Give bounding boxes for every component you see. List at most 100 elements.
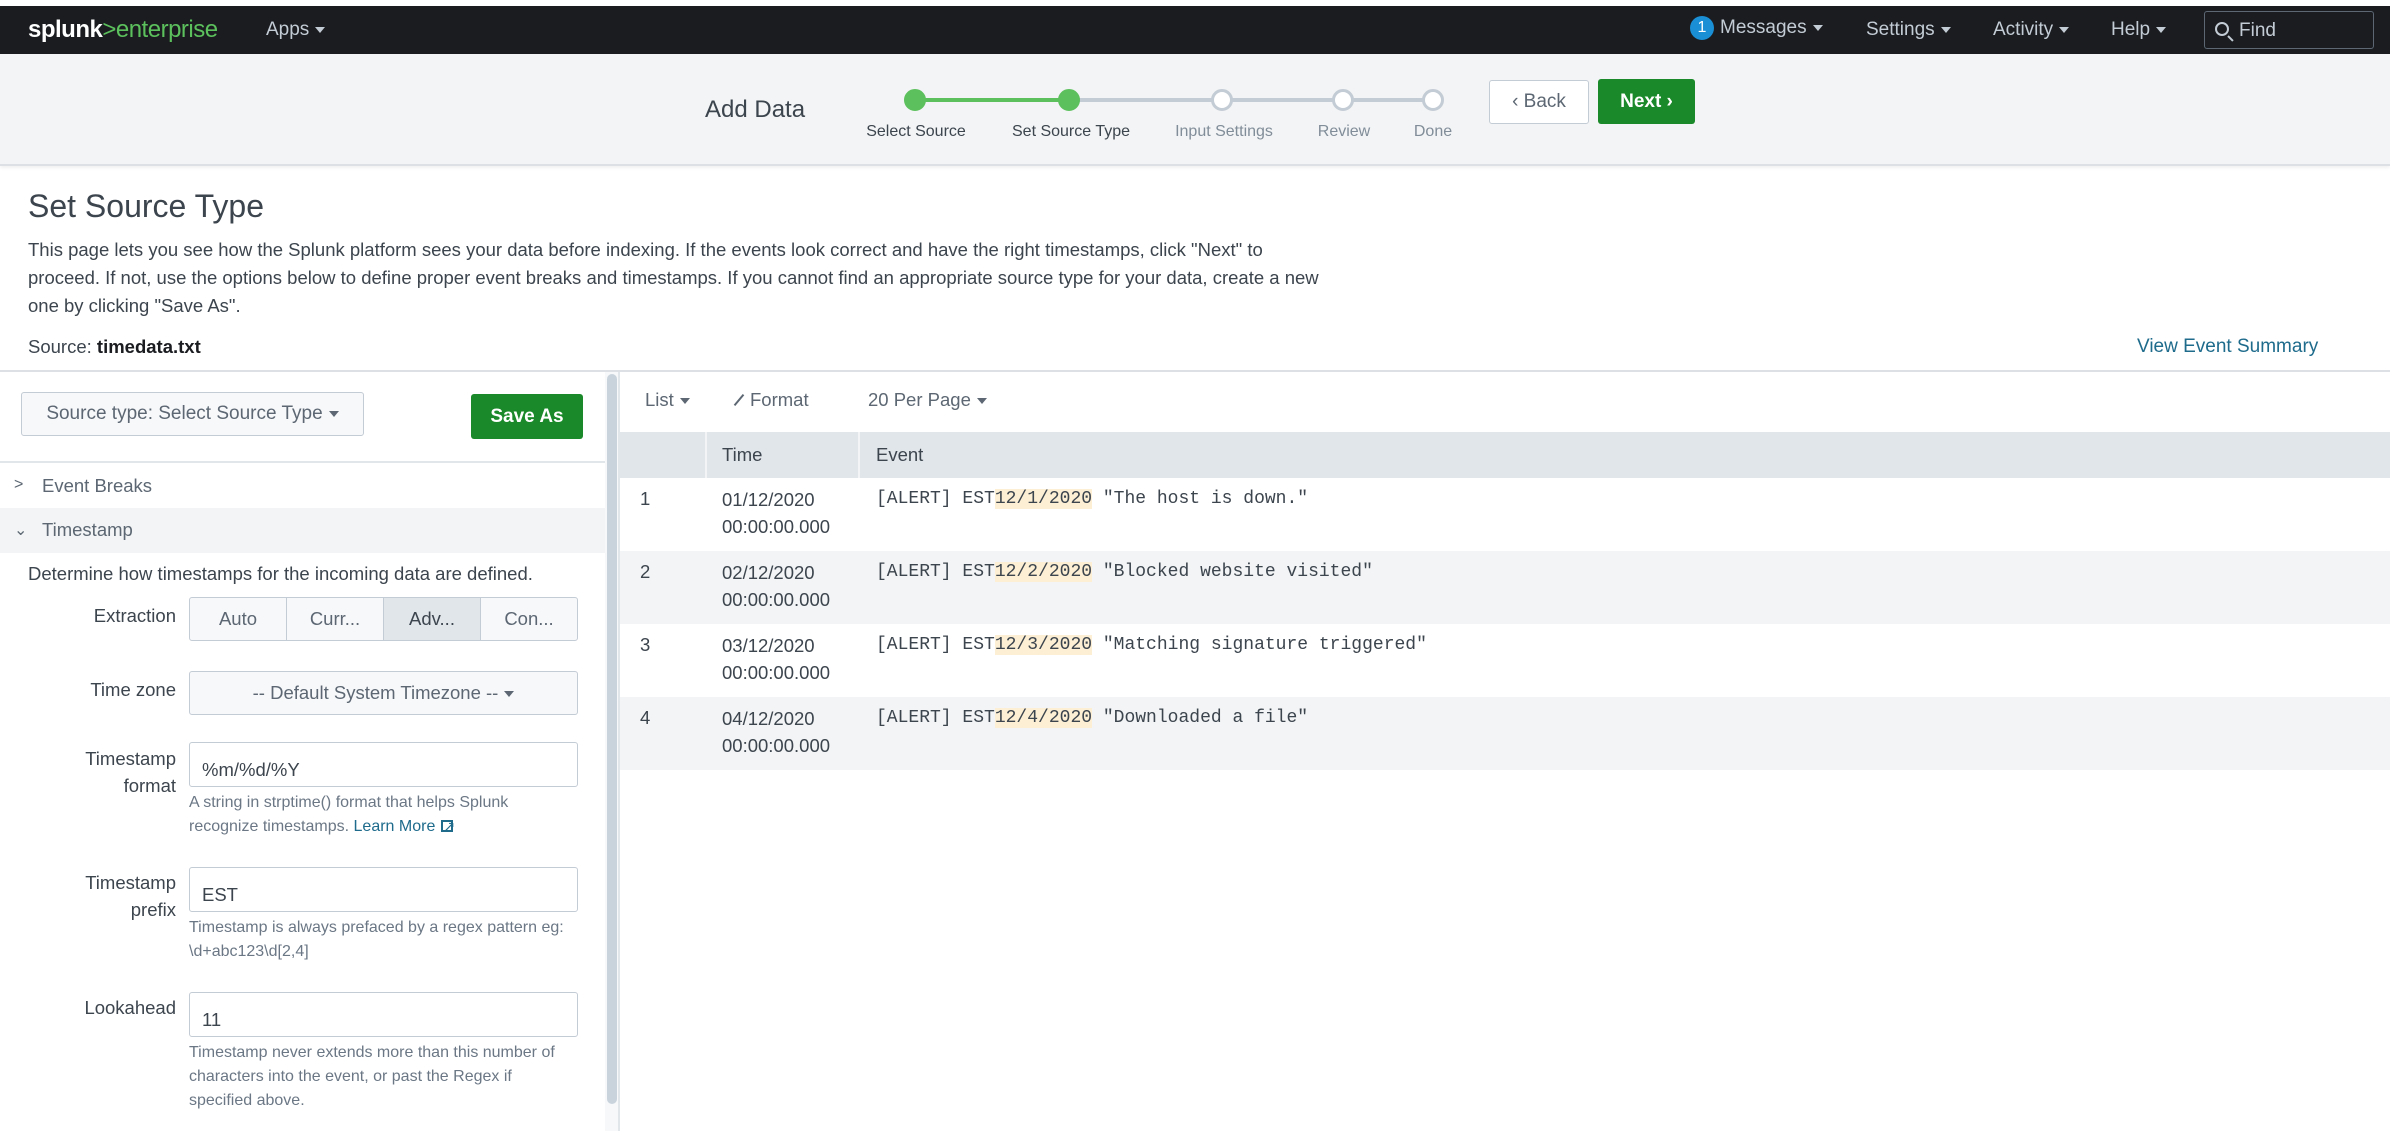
step-connector: [916, 98, 1069, 102]
help-menu[interactable]: Help: [2111, 19, 2167, 41]
learn-more-link[interactable]: Learn More: [354, 814, 456, 838]
events-table-header: Time Event: [620, 432, 2390, 478]
event-clock: 00:00:00.000: [722, 589, 831, 610]
timestamp-prefix-help: Timestamp is always prefaced by a regex …: [189, 919, 564, 960]
splunk-logo[interactable]: splunk>enterprise: [28, 16, 218, 44]
event-raw-text: [ALERT] EST12/3/2020 "Matching signature…: [876, 632, 1427, 659]
event-clock: 00:00:00.000: [722, 735, 831, 756]
extraction-segmented-control: Auto Curr... Adv... Con...: [189, 597, 578, 641]
wizard-title: Add Data: [705, 96, 806, 123]
search-icon: [2215, 22, 2229, 36]
event-timestamp-highlight: 12/3/2020: [994, 635, 1093, 655]
chevron-down-icon: ⌄: [14, 522, 28, 539]
timestamp-prefix-input[interactable]: [189, 867, 578, 912]
settings-label: Settings: [1866, 19, 1935, 40]
caret-down-icon: [1940, 26, 1951, 33]
view-event-summary-link[interactable]: View Event Summary: [2137, 336, 2318, 358]
event-date: 03/12/2020: [722, 635, 815, 656]
step-dot-set-source-type: [1058, 89, 1080, 111]
row-number: 3: [640, 634, 651, 655]
caret-down-icon: [315, 26, 326, 33]
event-raw-text: [ALERT] EST12/2/2020 "Blocked website vi…: [876, 559, 1373, 586]
event-timestamp-highlight: 12/2/2020: [994, 562, 1093, 582]
messages-count-badge: 1: [1690, 16, 1714, 40]
step-label-select-source: Select Source: [866, 123, 966, 140]
event-message: "Matching signature triggered": [1092, 635, 1427, 655]
event-clock: 00:00:00.000: [722, 516, 831, 537]
step-label-input-settings: Input Settings: [1175, 123, 1273, 140]
caret-down-icon: [1812, 25, 1823, 31]
event-timestamp-highlight: 12/4/2020: [994, 708, 1093, 728]
step-label-review: Review: [1317, 123, 1371, 140]
column-separator: [858, 432, 860, 478]
next-button[interactable]: Next ›: [1598, 79, 1695, 124]
extraction-option-advanced[interactable]: Adv...: [384, 598, 481, 640]
apps-menu[interactable]: Apps: [266, 19, 326, 41]
pencil-icon: [733, 393, 745, 407]
label-line: prefix: [130, 899, 176, 920]
event-timestamp-highlight: 12/1/2020: [994, 489, 1093, 509]
event-message: "Downloaded a file": [1092, 708, 1309, 728]
lookahead-help: Timestamp never extends more than this n…: [189, 1044, 555, 1109]
step-connector: [1222, 98, 1343, 102]
column-header-time[interactable]: Time: [722, 432, 762, 478]
format-button[interactable]: Format: [733, 389, 809, 411]
accordion-event-breaks[interactable]: > Event Breaks: [0, 464, 605, 509]
extraction-label: Extraction: [93, 605, 176, 626]
save-as-button[interactable]: Save As: [471, 394, 583, 439]
event-preview-panel: List Format 20 Per Page Time Event 1 01/…: [620, 372, 2390, 1131]
help-label: Help: [2111, 19, 2151, 40]
add-data-wizard-header: Add Data Select Source Set Source Type I…: [0, 54, 2390, 166]
row-number: 4: [640, 707, 651, 728]
left-panel-scrollbar[interactable]: [605, 372, 619, 1131]
messages-label: Messages: [1720, 17, 1807, 39]
timestamp-prefix-label: Timestamp prefix: [85, 869, 176, 923]
accordion-label: Timestamp: [42, 519, 133, 540]
divider: [0, 461, 605, 463]
back-button[interactable]: ‹ Back: [1489, 80, 1589, 124]
label-line: Timestamp: [85, 748, 176, 769]
scrollbar-thumb[interactable]: [607, 374, 617, 1104]
event-clock: 00:00:00.000: [722, 662, 831, 683]
messages-menu[interactable]: 1 Messages: [1690, 16, 1823, 40]
timestamp-description: Determine how timestamps for the incomin…: [28, 563, 533, 584]
event-raw-text: [ALERT] EST12/1/2020 "The host is down.": [876, 486, 1308, 513]
event-prefix: [ALERT] EST: [876, 708, 995, 728]
source-type-label: Source type: Select Source Type: [46, 403, 323, 424]
timezone-dropdown[interactable]: -- Default System Timezone --: [189, 671, 578, 715]
timezone-value: -- Default System Timezone --: [252, 682, 499, 703]
row-number: 1: [640, 488, 651, 509]
event-row: 3 03/12/2020 00:00:00.000 [ALERT] EST12/3…: [620, 624, 2390, 697]
activity-menu[interactable]: Activity: [1993, 19, 2070, 41]
accordion-label: Event Breaks: [42, 475, 153, 496]
caret-down-icon: [976, 398, 987, 405]
back-label: Back: [1523, 91, 1566, 112]
extraction-option-current[interactable]: Curr...: [287, 598, 384, 640]
per-page-label: 20 Per Page: [868, 389, 971, 410]
activity-label: Activity: [1993, 19, 2054, 40]
accordion-timestamp[interactable]: ⌄ Timestamp: [0, 508, 605, 553]
column-header-event[interactable]: Event: [876, 432, 923, 478]
extraction-option-auto[interactable]: Auto: [190, 598, 287, 640]
event-row: 2 02/12/2020 00:00:00.000 [ALERT] EST12/2…: [620, 551, 2390, 624]
extraction-option-config[interactable]: Con...: [481, 598, 577, 640]
source-line: Source: timedata.txt: [28, 336, 201, 358]
page-title: Set Source Type: [28, 188, 264, 224]
find-input[interactable]: Find: [2204, 11, 2374, 49]
source-type-dropdown[interactable]: Source type: Select Source Type: [21, 392, 364, 436]
source-label: Source:: [28, 336, 92, 357]
find-placeholder: Find: [2239, 20, 2276, 41]
step-dot-done: [1422, 89, 1444, 111]
step-dot-input-settings: [1211, 89, 1233, 111]
per-page-dropdown[interactable]: 20 Per Page: [868, 389, 987, 411]
lookahead-input[interactable]: [189, 992, 578, 1037]
event-time: 04/12/2020 00:00:00.000: [722, 705, 830, 759]
caret-down-icon: [679, 398, 690, 405]
caret-down-icon: [2156, 26, 2167, 33]
settings-menu[interactable]: Settings: [1866, 19, 1951, 41]
step-label-set-source-type: Set Source Type: [1012, 123, 1130, 140]
timestamp-format-input[interactable]: [189, 742, 578, 787]
timestamp-format-help: A string in strptime() format that helps…: [189, 791, 578, 839]
list-view-dropdown[interactable]: List: [645, 389, 690, 411]
event-time: 01/12/2020 00:00:00.000: [722, 486, 830, 540]
